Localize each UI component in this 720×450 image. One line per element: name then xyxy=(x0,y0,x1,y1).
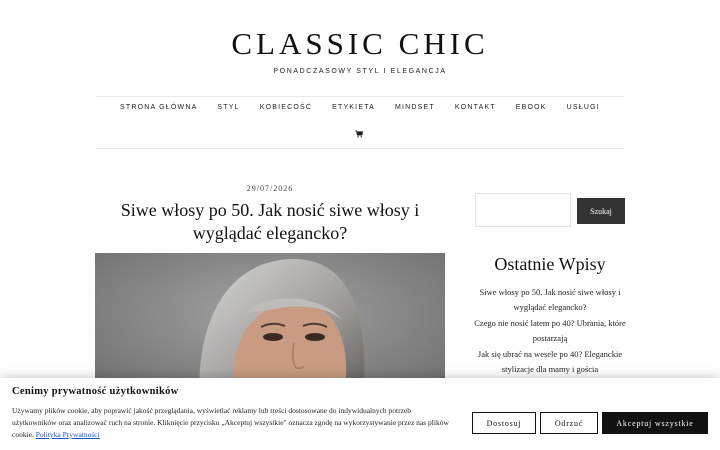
nav-item-ebook[interactable]: EBOOK xyxy=(516,104,547,111)
nav-divider-top xyxy=(96,96,624,97)
site-logo[interactable]: CLASSIC CHIC xyxy=(0,26,720,62)
nav-item-contact[interactable]: KONTAKT xyxy=(455,104,496,111)
recent-posts-list: Siwe włosy po 50. Jak nosić siwe włosy i… xyxy=(470,285,630,378)
cookie-accept-button[interactable]: Akceptuj wszystkie xyxy=(602,412,708,434)
nav-item-services[interactable]: USŁUGI xyxy=(567,104,600,111)
nav-divider-bottom xyxy=(96,148,624,149)
post-title[interactable]: Siwe włosy po 50. Jak nosić siwe włosy i… xyxy=(95,199,445,245)
post-date: 29/07/2026 xyxy=(246,184,294,193)
recent-post-link[interactable]: Siwe włosy po 50. Jak nosić siwe włosy i… xyxy=(470,285,630,315)
cart-icon[interactable] xyxy=(355,130,363,138)
nav-item-home[interactable]: STRONA GŁÓWNA xyxy=(120,104,197,111)
cookie-title: Cenimy prywatność użytkowników xyxy=(12,386,179,397)
nav-item-etiquette[interactable]: ETYKIETA xyxy=(332,104,375,111)
cookie-customize-button[interactable]: Dostosuj xyxy=(472,412,536,434)
nav-item-mindset[interactable]: MINDSET xyxy=(395,104,435,111)
recent-posts-title: Ostatnie Wpisy xyxy=(494,254,606,274)
search-input[interactable] xyxy=(475,193,571,227)
search-button[interactable]: Szukaj xyxy=(577,198,625,224)
cookie-reject-button[interactable]: Odrzuć xyxy=(540,412,598,434)
site-tagline: PONADCZASOWY STYL I ELEGANCJA xyxy=(273,68,447,75)
main-nav: STRONA GŁÓWNA STYL KOBIECOŚĆ ETYKIETA MI… xyxy=(96,104,624,111)
recent-post-link[interactable]: Czego nie nosić latem po 40? Ubrania, kt… xyxy=(470,316,630,346)
nav-item-femininity[interactable]: KOBIECOŚĆ xyxy=(260,104,312,111)
cookie-text: Używamy plików cookie, aby poprawić jako… xyxy=(12,405,452,441)
cookie-banner: Cenimy prywatność użytkowników Używamy p… xyxy=(0,378,720,450)
privacy-policy-link[interactable]: Polityka Prywatności xyxy=(36,430,100,439)
recent-post-link[interactable]: Jak się ubrać na wesele po 40? Elegancki… xyxy=(470,347,630,377)
nav-item-style[interactable]: STYL xyxy=(217,104,239,111)
